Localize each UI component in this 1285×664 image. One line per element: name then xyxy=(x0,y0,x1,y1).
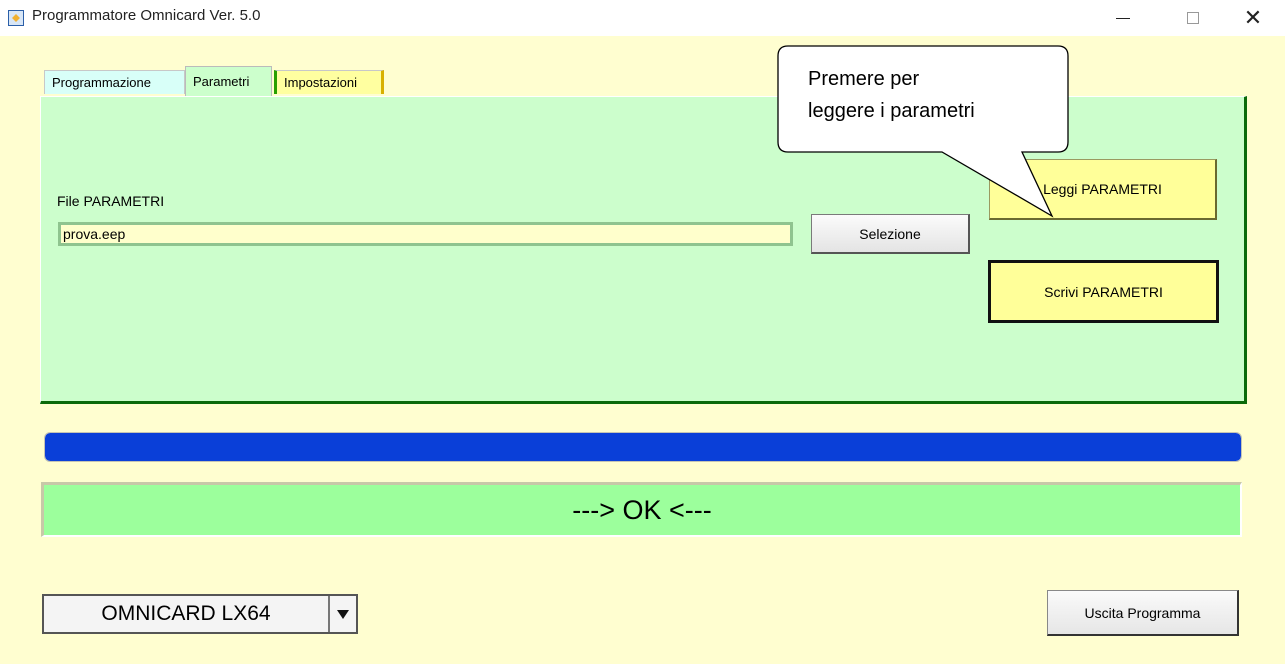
file-parametri-input[interactable] xyxy=(58,222,793,246)
close-button[interactable]: ✕ xyxy=(1230,0,1276,36)
minimize-icon xyxy=(1116,17,1130,19)
uscita-programma-button[interactable]: Uscita Programma xyxy=(1047,590,1239,636)
chevron-down-icon xyxy=(337,609,349,619)
model-selected-value: OMNICARD LX64 xyxy=(101,602,271,625)
title-bar: Programmatore Omnicard Ver. 5.0 ✕ xyxy=(0,0,1285,36)
maximize-button[interactable] xyxy=(1170,0,1216,36)
close-icon: ✕ xyxy=(1243,5,1263,31)
progress-fill xyxy=(45,433,1241,461)
dropdown-arrow-button[interactable] xyxy=(328,596,356,632)
tab-programmazione[interactable]: Programmazione xyxy=(44,70,185,94)
callout-line-1: Premere per xyxy=(808,68,920,90)
callout-line-2: leggere i parametri xyxy=(808,100,975,122)
maximize-icon xyxy=(1187,12,1199,24)
minimize-button[interactable] xyxy=(1100,0,1146,36)
client-area: Programmazione Parametri Impostazioni Fi… xyxy=(0,36,1285,664)
progress-bar xyxy=(44,432,1242,462)
tab-parametri[interactable]: Parametri xyxy=(185,66,272,96)
window-title: Programmatore Omnicard Ver. 5.0 xyxy=(32,7,261,24)
model-dropdown[interactable]: OMNICARD LX64 xyxy=(42,594,358,634)
tab-impostazioni[interactable]: Impostazioni xyxy=(274,70,384,94)
file-parametri-label: File PARAMETRI xyxy=(57,193,165,209)
callout-text: Premere per leggere i parametri xyxy=(808,63,1058,127)
status-display: ---> OK <--- xyxy=(41,482,1242,537)
scrivi-parametri-button[interactable]: Scrivi PARAMETRI xyxy=(988,260,1219,323)
app-icon xyxy=(8,10,24,26)
